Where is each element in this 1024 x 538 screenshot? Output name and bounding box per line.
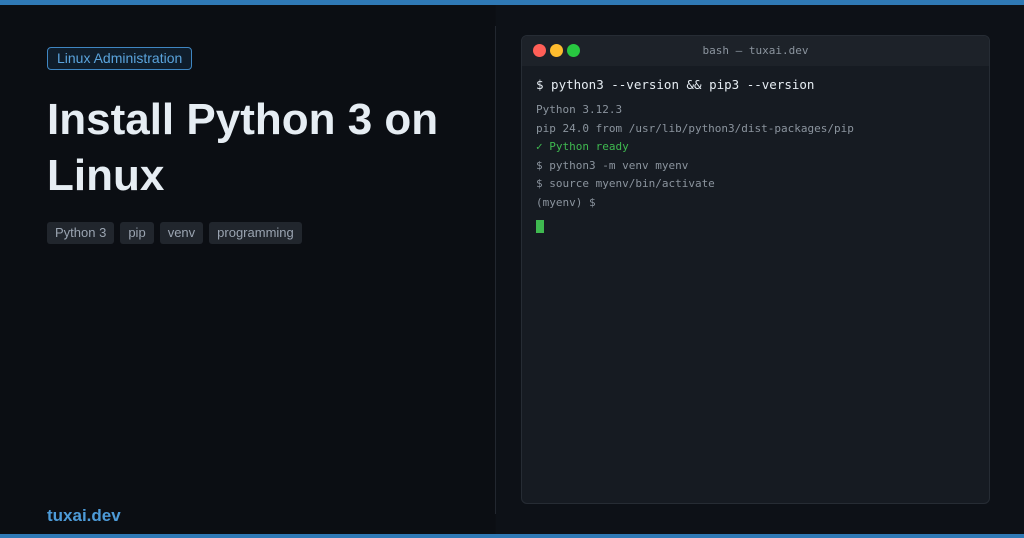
- terminal-cursor: [536, 219, 544, 233]
- page-title: Install Python 3 on Linux: [47, 95, 439, 200]
- terminal-output[interactable]: $ python3 --version && pip3 --version Py…: [536, 76, 976, 233]
- tag-list: Python 3 pip venv programming: [47, 222, 302, 244]
- bottom-accent-bar: [0, 534, 1024, 538]
- python-version-line: Python 3.12.3: [536, 103, 623, 116]
- venv-command-line: $ python3 -m venv myenv: [536, 158, 689, 172]
- activate-command-line: $ source myenv/bin/activate: [536, 177, 715, 191]
- terminal-window: bash — tuxai.dev $ python3 --version && …: [521, 35, 990, 504]
- tag-python-3[interactable]: Python 3: [47, 222, 115, 244]
- shell-prompt: (myenv) $: [536, 195, 596, 209]
- article-panel: [0, 5, 495, 534]
- terminal-titlebar: bash — tuxai.dev: [522, 36, 989, 66]
- status-line: ✓ Python ready: [536, 140, 629, 154]
- category-badge[interactable]: Linux Administration: [47, 47, 193, 70]
- tag-programming[interactable]: programming: [209, 222, 302, 244]
- terminal-command: $ python3 --version && pip3 --version: [536, 77, 815, 92]
- pip-version-line: pip 24.0 from /usr/lib/python3/dist-pack…: [536, 121, 854, 135]
- site-brand[interactable]: tuxai.dev: [47, 505, 121, 527]
- terminal-title: bash — tuxai.dev: [702, 44, 809, 57]
- tag-venv[interactable]: venv: [159, 222, 204, 244]
- tag-pip[interactable]: pip: [120, 222, 154, 244]
